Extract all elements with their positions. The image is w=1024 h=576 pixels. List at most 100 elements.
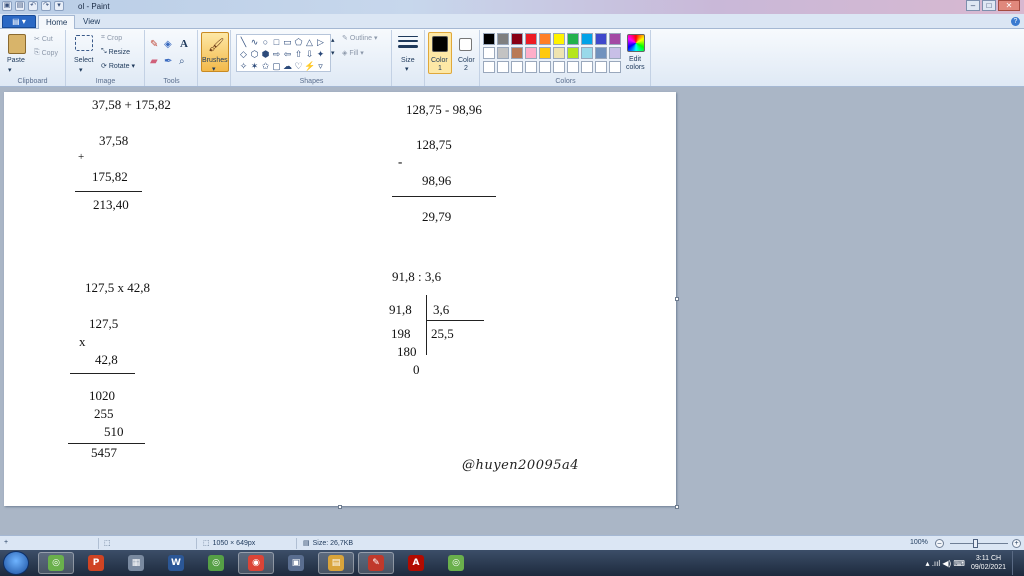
customize-dropdown-icon[interactable]: ▾: [54, 1, 64, 11]
shape-option-icon[interactable]: ⬢: [260, 48, 271, 60]
shapes-scroll-down-icon[interactable]: ▾: [331, 49, 335, 57]
shape-option-icon[interactable]: ✩: [260, 60, 271, 72]
zoom-out-button[interactable]: –: [935, 539, 944, 548]
size-button[interactable]: Size: [401, 57, 415, 64]
pencil-icon[interactable]: ✎: [150, 39, 158, 50]
shape-option-icon[interactable]: ∿: [249, 36, 260, 48]
color-swatch[interactable]: [497, 61, 509, 73]
shape-option-icon[interactable]: ╲: [238, 36, 249, 48]
color-swatch[interactable]: [581, 33, 593, 45]
redo-icon[interactable]: ↷: [41, 1, 51, 11]
color-swatch[interactable]: [553, 61, 565, 73]
taskbar-app-button[interactable]: ▤: [318, 552, 354, 574]
color-swatch[interactable]: [595, 47, 607, 59]
color-swatch[interactable]: [525, 33, 537, 45]
undo-icon[interactable]: ↶: [28, 1, 38, 11]
taskbar-app-button[interactable]: ◎: [38, 552, 74, 574]
outline-button[interactable]: ✎ Outline ▾: [342, 34, 378, 42]
size-dropdown-icon[interactable]: ▾: [405, 65, 409, 73]
shape-option-icon[interactable]: ▭: [282, 36, 293, 48]
paste-button[interactable]: Paste: [7, 57, 25, 64]
color-swatch[interactable]: [497, 33, 509, 45]
shape-option-icon[interactable]: ▿: [315, 60, 326, 72]
clock[interactable]: 3:11 CH 09/02/2021: [971, 554, 1006, 572]
shape-option-icon[interactable]: ⬡: [249, 48, 260, 60]
zoom-slider-thumb[interactable]: [973, 539, 978, 548]
resize-button[interactable]: ⤡ Resize: [101, 48, 130, 56]
paste-icon[interactable]: [8, 34, 26, 54]
color-swatch[interactable]: [609, 33, 621, 45]
canvas-resize-handle-right[interactable]: [675, 297, 679, 301]
shape-option-icon[interactable]: ✶: [249, 60, 260, 72]
taskbar-app-button[interactable]: P: [78, 552, 114, 574]
fill-button[interactable]: ◈ Fill ▾: [342, 49, 364, 57]
color-swatch[interactable]: [553, 33, 565, 45]
minimize-button[interactable]: –: [966, 0, 980, 11]
taskbar-app-button[interactable]: ◎: [198, 552, 234, 574]
fill-bucket-icon[interactable]: ◈: [164, 39, 172, 50]
canvas-resize-handle-corner[interactable]: [675, 505, 679, 509]
shape-option-icon[interactable]: ☁: [282, 60, 293, 72]
close-button[interactable]: ✕: [998, 0, 1020, 11]
shape-option-icon[interactable]: □: [271, 36, 282, 48]
select-icon[interactable]: [75, 35, 93, 51]
color-swatch[interactable]: [525, 47, 537, 59]
magnifier-icon[interactable]: ⌕: [179, 56, 185, 67]
color-swatch[interactable]: [483, 33, 495, 45]
shape-option-icon[interactable]: ▷: [315, 36, 326, 48]
color-swatch[interactable]: [581, 61, 593, 73]
taskbar-app-button[interactable]: ◉: [238, 552, 274, 574]
taskbar-app-button[interactable]: A: [398, 552, 434, 574]
color-swatch[interactable]: [483, 61, 495, 73]
color-swatch[interactable]: [511, 47, 523, 59]
color2-swatch[interactable]: [459, 38, 472, 51]
color-swatch[interactable]: [553, 47, 565, 59]
canvas-resize-handle-bottom[interactable]: [338, 505, 342, 509]
shape-option-icon[interactable]: ♡: [293, 60, 304, 72]
color-swatch[interactable]: [525, 61, 537, 73]
shape-option-icon[interactable]: △: [304, 36, 315, 48]
taskbar-app-button[interactable]: ▣: [278, 552, 314, 574]
zoom-in-button[interactable]: +: [1012, 539, 1021, 548]
drawing-canvas[interactable]: 37,58 + 175,82 37,58 + 175,82 213,40 128…: [4, 92, 676, 506]
color-swatch[interactable]: [539, 33, 551, 45]
shape-option-icon[interactable]: ✦: [315, 48, 326, 60]
crop-button[interactable]: ⌗ Crop: [101, 34, 122, 42]
text-tool-icon[interactable]: A: [180, 38, 188, 50]
tab-home[interactable]: Home: [38, 15, 76, 29]
color-swatch[interactable]: [581, 47, 593, 59]
shape-option-icon[interactable]: ○: [260, 36, 271, 48]
color-swatch[interactable]: [497, 47, 509, 59]
tab-view[interactable]: View: [76, 15, 107, 29]
paste-dropdown-icon[interactable]: ▾: [8, 66, 12, 74]
eraser-icon[interactable]: ▰: [150, 56, 158, 67]
cut-button[interactable]: ✂ Cut: [34, 35, 53, 44]
start-button[interactable]: [3, 551, 29, 575]
color-swatch[interactable]: [567, 47, 579, 59]
shape-option-icon[interactable]: ⇨: [271, 48, 282, 60]
shape-option-icon[interactable]: ✧: [238, 60, 249, 72]
color-swatch[interactable]: [539, 61, 551, 73]
shape-option-icon[interactable]: ⇩: [304, 48, 315, 60]
color-swatch[interactable]: [609, 61, 621, 73]
file-menu-button[interactable]: ▤ ▾: [2, 15, 36, 28]
color-swatch[interactable]: [483, 47, 495, 59]
paint-app-icon[interactable]: ▣: [2, 1, 12, 11]
edit-colors-icon[interactable]: [627, 34, 645, 52]
color-swatch[interactable]: [595, 61, 607, 73]
taskbar-app-button[interactable]: ▦: [118, 552, 154, 574]
select-dropdown-icon[interactable]: ▾: [79, 66, 83, 74]
save-icon[interactable]: ▤: [15, 1, 25, 11]
zoom-slider-track[interactable]: [950, 543, 1008, 544]
color-swatch[interactable]: [595, 33, 607, 45]
color-swatch[interactable]: [511, 33, 523, 45]
taskbar-app-button[interactable]: W: [158, 552, 194, 574]
shape-option-icon[interactable]: ⬠: [293, 36, 304, 48]
show-desktop-button[interactable]: [1012, 551, 1020, 575]
shape-option-icon[interactable]: ⇧: [293, 48, 304, 60]
edit-colors-button[interactable]: Edit: [629, 56, 641, 63]
copy-button[interactable]: ⎘ Copy: [34, 49, 58, 57]
shapes-scroll-up-icon[interactable]: ▴: [331, 36, 335, 44]
color-swatch[interactable]: [567, 33, 579, 45]
shape-option-icon[interactable]: ◇: [238, 48, 249, 60]
